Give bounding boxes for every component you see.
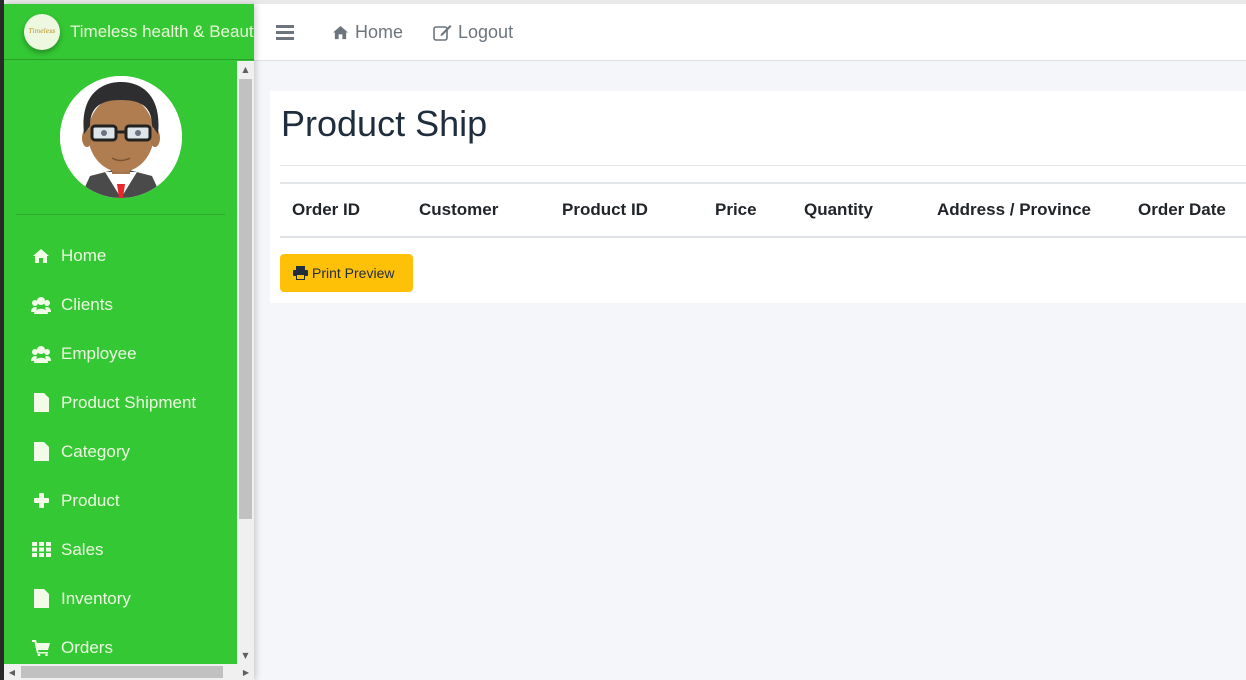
column-header-price[interactable]: Price [703, 183, 792, 237]
sidebar-item-sales[interactable]: Sales [4, 525, 237, 574]
scroll-left-icon[interactable]: ◀ [4, 664, 20, 680]
avatar[interactable] [59, 76, 182, 198]
navbar-home-link[interactable]: Home [332, 22, 403, 43]
sidebar-item-orders[interactable]: Orders [4, 623, 237, 664]
column-header-quantity[interactable]: Quantity [792, 183, 925, 237]
navbar-logout-label: Logout [458, 21, 514, 42]
plus-icon [31, 491, 51, 511]
column-header-customer[interactable]: Customer [407, 183, 550, 237]
scrollbar-thumb[interactable] [21, 666, 223, 678]
home-icon [332, 25, 349, 40]
sidebar-item-label: Product [61, 490, 120, 510]
sidebar-item-product-shipment[interactable]: Product Shipment [4, 378, 237, 427]
print-preview-label: Print Preview [312, 265, 395, 281]
column-header-order-date[interactable]: Order Date [1126, 183, 1246, 237]
column-header-order-id[interactable]: Order ID [280, 183, 407, 237]
sidebar-item-label: Employee [61, 343, 137, 363]
sidebar-item-label: Home [61, 245, 107, 265]
users-icon [31, 344, 51, 364]
sidebar-item-category[interactable]: Category [4, 427, 237, 476]
column-header-address-province[interactable]: Address / Province [925, 183, 1126, 237]
sidebar-item-label: Clients [61, 294, 113, 314]
scroll-right-icon[interactable]: ▶ [238, 664, 254, 680]
users-icon [31, 295, 51, 315]
scrollbar-thumb[interactable] [239, 79, 252, 519]
brand-name: Timeless health & Beauty [70, 21, 254, 41]
sidebar-scroll-area: Home Clients Employee Product Shipment C… [4, 61, 254, 664]
file-icon [31, 393, 51, 413]
scroll-down-icon[interactable]: ▼ [237, 647, 254, 664]
scroll-up-icon[interactable]: ▲ [237, 61, 254, 78]
column-header-product-id[interactable]: Product ID [550, 183, 703, 237]
top-navbar: Home Logout [254, 4, 1246, 61]
menu-toggle-button[interactable] [276, 24, 300, 40]
sidebar-vertical-scrollbar[interactable]: ▲ ▼ [237, 61, 254, 664]
th-icon [31, 540, 51, 560]
sidebar-item-employee[interactable]: Employee [4, 329, 237, 378]
sidebar-item-clients[interactable]: Clients [4, 280, 237, 329]
sidebar: Timeless Timeless health & Beauty Home C… [4, 4, 254, 680]
sidebar-item-label: Inventory [61, 588, 131, 608]
print-preview-button[interactable]: Print Preview [280, 254, 413, 292]
navbar-home-label: Home [355, 21, 404, 42]
sidebar-item-label: Orders [61, 637, 113, 657]
sidebar-item-label: Category [61, 441, 130, 461]
print-icon [293, 266, 308, 280]
user-panel [4, 61, 237, 215]
bars-icon [276, 24, 294, 40]
navbar-logout-link[interactable]: Logout [433, 22, 513, 43]
file-icon [31, 442, 51, 462]
sidebar-item-label: Product Shipment [61, 392, 197, 412]
product-ship-card: Product Ship Order ID Customer Product I… [270, 91, 1246, 303]
sidebar-nav: Home Clients Employee Product Shipment C… [4, 215, 237, 664]
shopping-cart-icon [31, 638, 51, 658]
page-title: Product Ship [281, 103, 488, 144]
sidebar-horizontal-scrollbar[interactable]: ◀ ▶ [4, 664, 254, 680]
file-icon [31, 589, 51, 609]
sidebar-item-inventory[interactable]: Inventory [4, 574, 237, 623]
sidebar-item-home[interactable]: Home [4, 231, 237, 280]
brand-link[interactable]: Timeless Timeless health & Beauty [4, 4, 254, 60]
sidebar-item-label: Sales [61, 539, 104, 559]
brand-logo-icon: Timeless [24, 13, 60, 50]
sidebar-item-product[interactable]: Product [4, 476, 237, 525]
edit-icon [433, 24, 452, 41]
brand-logo-text: Timeless [28, 28, 56, 35]
product-ship-table: Order ID Customer Product ID Price Quant… [280, 182, 1246, 238]
table-header-row: Order ID Customer Product ID Price Quant… [280, 183, 1246, 237]
home-icon [31, 246, 51, 266]
